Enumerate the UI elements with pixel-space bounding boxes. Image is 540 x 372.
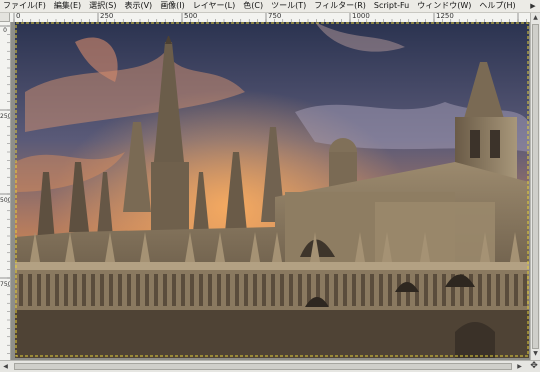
menu-filters[interactable]: フィルター(R)	[311, 0, 371, 12]
menu-edit[interactable]: 編集(E)	[51, 0, 86, 12]
ruler-label: 250	[100, 13, 114, 20]
scroll-down-icon[interactable]: ▼	[531, 349, 540, 358]
canvas-area[interactable]	[11, 22, 530, 360]
menu-help[interactable]: ヘルプ(H)	[476, 0, 520, 12]
menu-image[interactable]: 画像(I)	[157, 0, 190, 12]
menu-tools[interactable]: ツール(T)	[268, 0, 311, 12]
horizontal-scrollbar[interactable]: ◀ ▶ ✥	[0, 360, 540, 372]
ruler-label: 750	[0, 281, 11, 288]
vertical-ruler[interactable]: 0 250 500 750	[0, 22, 11, 360]
ruler-label: 0	[16, 13, 21, 20]
ruler-label: 250	[0, 113, 11, 120]
ruler-label: 1250	[436, 13, 454, 20]
ruler-label: 500	[0, 197, 11, 204]
ruler-label: 750	[268, 13, 282, 20]
ruler-label: 1000	[352, 13, 370, 20]
scroll-left-icon[interactable]: ◀	[0, 361, 11, 372]
scroll-up-icon[interactable]: ▲	[531, 13, 540, 22]
vertical-ruler-ticks	[0, 25, 10, 354]
vertical-scroll-thumb[interactable]	[532, 24, 539, 349]
chevron-right-icon[interactable]: ▶	[528, 1, 538, 11]
vertical-scrollbar[interactable]: ▲ ▼	[530, 13, 540, 360]
menu-layer[interactable]: レイヤー(L)	[190, 0, 240, 12]
scroll-right-icon[interactable]: ▶	[514, 361, 525, 372]
ruler-label: 0	[3, 27, 7, 34]
menu-windows[interactable]: ウィンドウ(W)	[414, 0, 476, 12]
menu-view[interactable]: 表示(V)	[121, 0, 157, 12]
menu-script-fu[interactable]: Script-Fu	[371, 0, 414, 12]
menu-colors[interactable]: 色(C)	[240, 0, 268, 12]
canvas-image[interactable]	[15, 22, 529, 358]
horizontal-scroll-thumb[interactable]	[14, 363, 512, 370]
menu-file[interactable]: ファイル(F)	[0, 0, 51, 12]
ruler-corner-button[interactable]	[0, 13, 10, 22]
cathedral-photo	[15, 22, 529, 358]
menu-select[interactable]: 選択(S)	[86, 0, 121, 12]
ruler-label: 500	[184, 13, 198, 20]
menubar: ファイル(F) 編集(E) 選択(S) 表示(V) 画像(I) レイヤー(L) …	[0, 0, 540, 13]
navigate-icon[interactable]: ✥	[528, 361, 540, 372]
gimp-image-window: ファイル(F) 編集(E) 選択(S) 表示(V) 画像(I) レイヤー(L) …	[0, 0, 540, 372]
